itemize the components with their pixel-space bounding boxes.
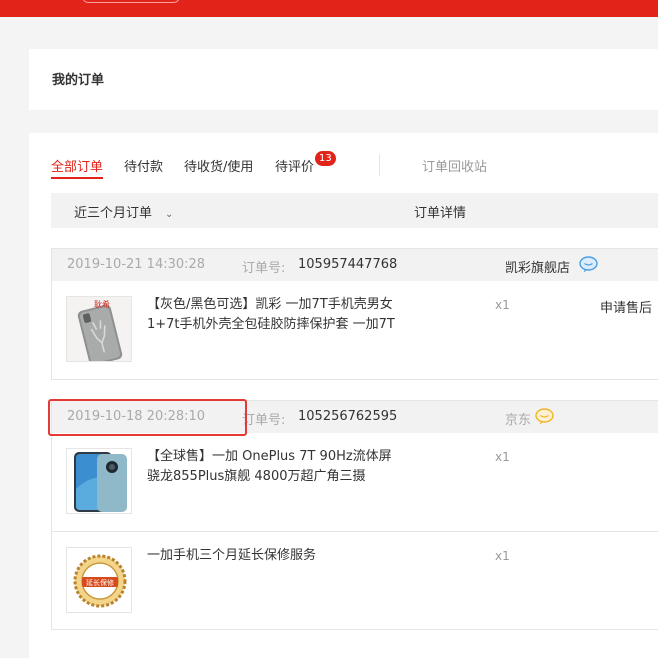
title-card: 我的订单 (29, 49, 658, 110)
tab-pending-review[interactable]: 待评价 (275, 156, 314, 175)
order-item-row: 延长保修 一加手机三个月延长保修服务 x1 (52, 531, 658, 629)
tab-pending-receipt[interactable]: 待收货/使用 (184, 156, 253, 175)
order-time: 2019-10-21 14:30:28 (67, 257, 206, 272)
order-item-row: 【全球售】一加 OnePlus 7T 90Hz流体屏 骁龙855Plus旗舰 4… (52, 433, 658, 531)
review-count-badge: 13 (315, 151, 336, 166)
product-thumbnail[interactable]: 延长保修 (66, 547, 132, 613)
item-quantity: x1 (495, 298, 510, 312)
time-range-dropdown[interactable]: 近三个月订单 ⌄ (74, 202, 173, 221)
recycle-bin-link[interactable]: 订单回收站 (422, 156, 487, 175)
phone-case-image: 耿希 (67, 297, 131, 361)
order-header: 2019-10-21 14:30:28 订单号: 105957447768 凯彩… (52, 249, 658, 281)
product-thumbnail[interactable]: 耿希 (66, 296, 132, 362)
product-name[interactable]: 一加手机三个月延长保修服务 (147, 546, 407, 566)
chat-icon[interactable] (535, 408, 554, 425)
item-quantity: x1 (495, 450, 510, 464)
shop-name[interactable]: 京东 (505, 409, 531, 428)
order-time-highlight (48, 399, 247, 436)
warranty-seal-image: 延长保修 (67, 548, 131, 612)
top-nav-bar (0, 0, 658, 17)
phone-image (67, 449, 131, 513)
order-number: 105957447768 (298, 257, 398, 272)
order-number: 105256762595 (298, 409, 398, 424)
top-search-pill[interactable] (82, 0, 180, 3)
page-title: 我的订单 (52, 73, 105, 88)
order-detail-header: 订单详情 (414, 206, 467, 221)
active-tab-indicator (51, 177, 104, 179)
chat-icon[interactable] (579, 256, 598, 273)
tab-label: 全部订单 (51, 160, 104, 175)
item-quantity: x1 (495, 549, 510, 563)
product-name[interactable]: 【灰色/黑色可选】凯彩 一加7T手机壳男女1+7t手机外壳全包硅胶防摔保护套 一… (147, 295, 407, 335)
tab-pending-payment[interactable]: 待付款 (124, 156, 163, 175)
product-name[interactable]: 【全球售】一加 OnePlus 7T 90Hz流体屏 骁龙855Plus旗舰 4… (147, 447, 407, 487)
order-number-label: 订单号: (242, 413, 286, 428)
tab-divider (379, 154, 380, 176)
tab-all-orders[interactable]: 全部订单 (51, 156, 104, 179)
order-item-row: 耿希 【灰色/黑色可选】凯彩 一加7T手机壳男女1+7t手机外壳全包硅胶防摔保护… (52, 281, 658, 379)
order-card: 2019-10-21 14:30:28 订单号: 105957447768 凯彩… (51, 248, 658, 380)
order-filter-bar: 近三个月订单 ⌄ 订单详情 (51, 193, 658, 228)
orders-panel: 全部订单 待付款 待收货/使用 待评价 13 订单回收站 近三个月订单 ⌄ 订单详… (29, 133, 658, 658)
order-number-label: 订单号: (242, 261, 286, 276)
time-range-label: 近三个月订单 (74, 206, 153, 221)
shop-name[interactable]: 凯彩旗舰店 (505, 257, 570, 276)
after-sale-link[interactable]: 申请售后 (600, 297, 652, 316)
chevron-down-icon: ⌄ (165, 209, 174, 220)
svg-text:耿希: 耿希 (94, 299, 110, 309)
svg-text:延长保修: 延长保修 (86, 578, 114, 587)
product-thumbnail[interactable] (66, 448, 132, 514)
